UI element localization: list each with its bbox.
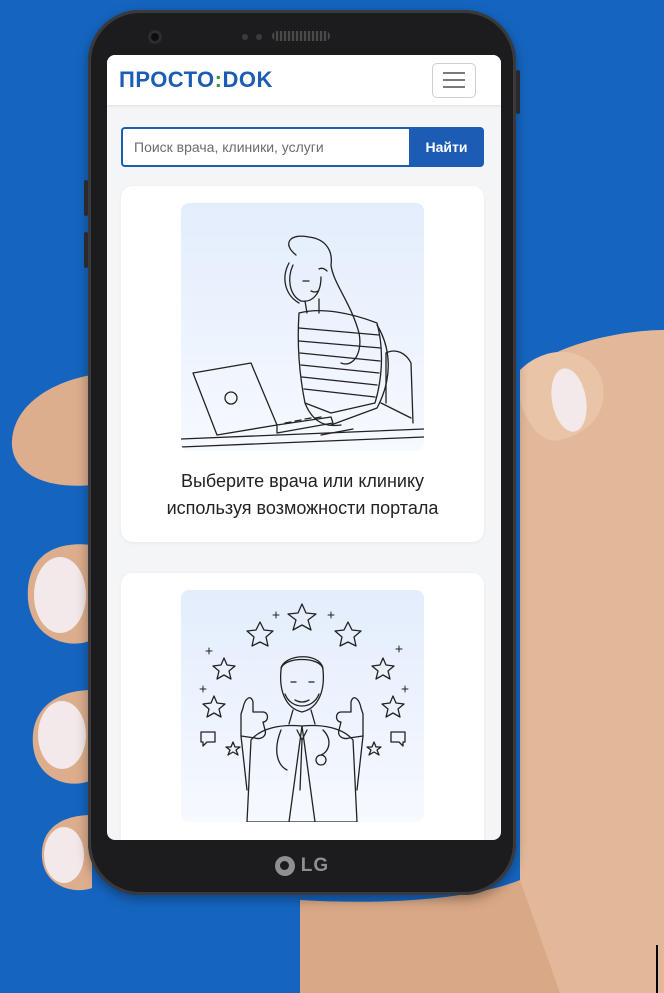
device-logo-text: LG bbox=[300, 855, 330, 876]
menu-toggle-button[interactable] bbox=[432, 62, 476, 98]
earpiece-speaker bbox=[272, 31, 330, 41]
volume-button bbox=[84, 232, 88, 268]
hamburger-line bbox=[443, 72, 465, 74]
hamburger-line bbox=[443, 79, 465, 81]
front-camera bbox=[148, 30, 162, 44]
brand-text-part1: ПРОСТО bbox=[119, 67, 215, 92]
sensor bbox=[256, 34, 262, 40]
brand-colon: : bbox=[214, 67, 223, 92]
feature-card: Выберите врача или клинику используя воз… bbox=[121, 186, 484, 542]
card-caption-line1: Выберите врача или клинику bbox=[180, 471, 425, 491]
lg-icon bbox=[274, 856, 295, 876]
card-caption-line2: используя возможности портала bbox=[166, 498, 439, 518]
brand-logo[interactable]: ПРОСТО : DOK bbox=[119, 67, 273, 93]
power-button bbox=[516, 70, 520, 114]
volume-button bbox=[84, 180, 88, 216]
hamburger-line bbox=[443, 86, 465, 88]
feature-card bbox=[121, 573, 484, 840]
device-logo: LG bbox=[88, 853, 516, 879]
woman-at-laptop-illustration bbox=[181, 203, 424, 451]
phone-screen: ПРОСТО : DOK Найти bbox=[107, 55, 501, 840]
search-bar: Найти bbox=[121, 127, 484, 167]
card-caption: Выберите врача или клинику используя воз… bbox=[121, 468, 484, 522]
navbar: ПРОСТО : DOK bbox=[107, 55, 501, 105]
search-button[interactable]: Найти bbox=[409, 127, 484, 167]
sensor bbox=[242, 34, 248, 40]
brand-text-part2: DOK bbox=[222, 67, 273, 92]
doctor-with-stars-illustration bbox=[181, 590, 424, 822]
search-input[interactable] bbox=[121, 127, 409, 167]
